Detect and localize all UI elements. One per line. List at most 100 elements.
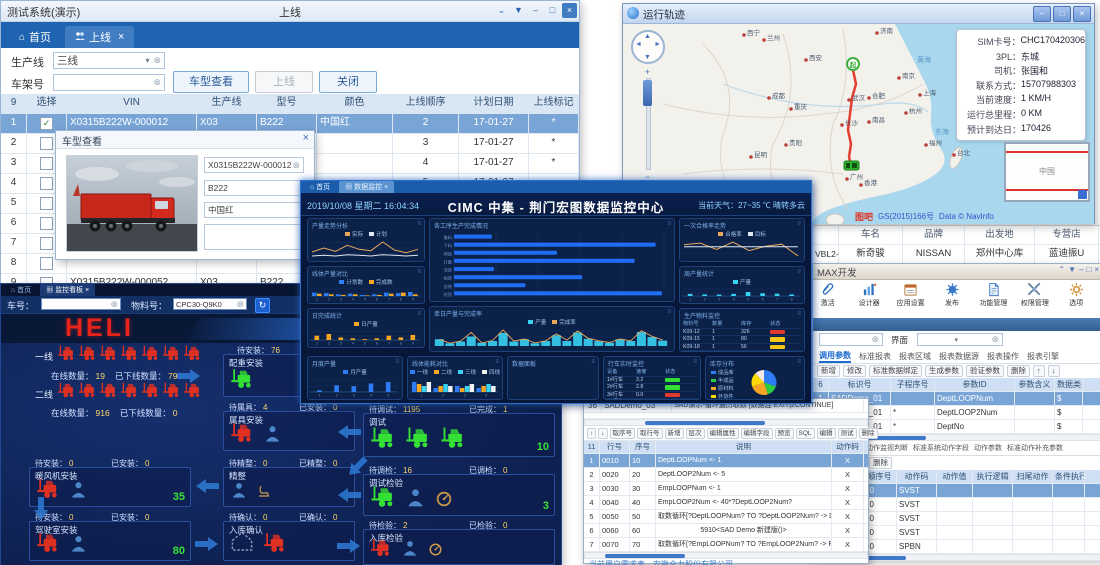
test-titlebar[interactable]: 测试系统(演示) 上线 ⌄▼–□× — [1, 1, 579, 22]
window-button[interactable]: × — [1073, 6, 1091, 22]
inset-grid-icon[interactable] — [1078, 190, 1087, 199]
pan-control[interactable]: ▲ ▼ ◄ ► — [631, 30, 665, 64]
toolbar-plug[interactable]: 发布 — [937, 282, 966, 318]
h-scrollbar[interactable] — [584, 552, 868, 559]
max-titlebar[interactable]: MAX开发 ⌃▼–□× — [813, 264, 1100, 280]
window-button[interactable]: ⌄ — [494, 3, 509, 18]
max-filter-input[interactable]: ⊗ — [819, 333, 883, 346]
clear-icon[interactable]: ⊗ — [153, 77, 161, 88]
tab-board[interactable]: ▦ 监控看板 × — [40, 284, 95, 296]
zoom-slider[interactable]: + − — [643, 68, 652, 180]
table-row[interactable]: 2002020DeptLOOP2Num <- 5X — [584, 468, 868, 482]
toolbar-calendar[interactable]: 应用设置 — [896, 282, 925, 318]
close-icon[interactable]: × — [303, 132, 309, 144]
window-button[interactable]: – — [1079, 265, 1083, 274]
window-button[interactable]: ⌃ — [1058, 265, 1065, 274]
window-button[interactable]: – — [528, 3, 543, 18]
tab[interactable]: 标准报表 — [859, 351, 891, 362]
window-button[interactable]: × — [1094, 265, 1099, 274]
checkbox[interactable] — [40, 257, 53, 270]
material-input[interactable]: CPC30-Q9K0⊗ — [173, 298, 247, 310]
table-row[interactable]: 60060605910<SAD Demo 新建版()>X — [584, 524, 868, 538]
tab-online[interactable]: 上线× — [65, 26, 134, 48]
window-button[interactable]: □ — [545, 3, 560, 18]
tab[interactable]: 标准动作补充参数 — [1007, 443, 1063, 453]
toolbar-button[interactable]: 测试 — [838, 428, 857, 439]
toolbar-button[interactable]: 编辑字段 — [741, 428, 773, 439]
toolbar-gear[interactable]: 选项 — [1062, 282, 1091, 318]
checkbox[interactable] — [40, 177, 53, 190]
close-icon[interactable]: × — [118, 31, 124, 43]
popup-field[interactable]: 中国红 — [204, 202, 304, 218]
toolbar-button[interactable]: 预览 — [775, 428, 794, 439]
toolbar-button[interactable]: ↓ — [1048, 365, 1060, 377]
checkbox[interactable] — [40, 157, 53, 170]
clear-icon[interactable]: ⊗ — [991, 334, 999, 345]
tab[interactable]: 调用参数 — [819, 350, 851, 363]
tab[interactable]: 标准系统动作字段 — [913, 443, 969, 453]
window-button[interactable]: × — [562, 3, 577, 18]
checkbox[interactable] — [40, 237, 53, 250]
toolbar-button[interactable]: 删除 — [859, 428, 878, 439]
toolbar-button[interactable]: 层次 — [686, 428, 705, 439]
toolbar-wrench[interactable]: 权限管理 — [1020, 282, 1049, 318]
toolbar-button[interactable]: 验证参数 — [966, 365, 1004, 377]
line-select[interactable]: 三线 ▾ ⊗ — [53, 52, 165, 69]
window-button[interactable]: ▼ — [511, 3, 526, 18]
tab[interactable]: 报表操作 — [987, 351, 1019, 362]
toolbar-button[interactable]: ↑ — [587, 428, 596, 439]
clear-icon[interactable]: ⊗ — [153, 55, 161, 66]
popup-titlebar[interactable]: 车型查看 × — [56, 131, 314, 149]
toolbar-button[interactable]: 生成参数 — [925, 365, 963, 377]
checkbox[interactable]: ✓ — [40, 117, 53, 130]
toolbar-button[interactable]: 编辑属性 — [707, 428, 739, 439]
table-row[interactable]: 1001010DeptLOOPNum <- 1X — [584, 454, 868, 468]
tab-home[interactable]: ⌂ 首页 — [304, 181, 336, 193]
window-button[interactable]: – — [1033, 6, 1051, 22]
map-titlebar[interactable]: 运行轨迹 –□× — [623, 4, 1094, 24]
button-关闭[interactable]: 关闭 — [319, 71, 377, 93]
toolbar-button[interactable]: 删除 — [1007, 365, 1030, 377]
vin-input[interactable]: ⊗ — [53, 74, 165, 91]
table-row[interactable]: 3003030EmpLOOPNum <- 1X — [584, 482, 868, 496]
refresh-icon[interactable]: ↻ — [255, 298, 270, 313]
toolbar-button[interactable]: SQL — [796, 428, 815, 439]
tab[interactable]: 报表数据源 — [939, 351, 979, 362]
checkbox[interactable] — [40, 217, 53, 230]
tab[interactable]: 动作参数 — [974, 443, 1002, 453]
toolbar-button[interactable]: 标准数据绑定 — [869, 365, 922, 377]
clear-icon[interactable]: ⊗ — [292, 160, 300, 171]
h-scrollbar[interactable] — [584, 419, 868, 426]
popup-field[interactable]: B222 — [204, 180, 304, 196]
button-车型查看[interactable]: 车型查看 — [173, 71, 249, 93]
window-button[interactable]: ▼ — [1068, 265, 1076, 274]
checkbox[interactable] — [40, 137, 53, 150]
vehicle-row[interactable]: VBL2-XC1新奇骏NISSAN郑州中心库蓝迪振U — [813, 244, 1100, 263]
toolbar-button[interactable]: 删除 — [869, 457, 892, 469]
interface-combo[interactable]: ▾⊗ — [917, 333, 1003, 346]
table-row[interactable]: 7007070取数循环[?EmpLOOPNum? TO ?EmpLOOP2Num… — [584, 538, 868, 552]
toolbar-button[interactable]: 新增 — [665, 428, 684, 439]
clear-icon[interactable]: ⊗ — [110, 299, 118, 310]
toolbar-button[interactable]: 取序号 — [610, 428, 636, 439]
popup-field[interactable] — [204, 224, 304, 250]
tab-monitor[interactable]: ▦ 数据监控 × — [339, 181, 394, 193]
window-button[interactable]: □ — [1053, 6, 1071, 22]
toolbar-button[interactable]: 修改 — [843, 365, 866, 377]
toolbar-button[interactable]: ↓ — [598, 428, 607, 439]
tab-home[interactable]: ⌂ 首页 — [5, 284, 37, 296]
inset-minimap[interactable]: 中国 — [1004, 142, 1090, 202]
table-row[interactable]: 4004040EmpLOOP2Num <- 40*?DeptLOOP2Num?X — [584, 496, 868, 510]
car-input[interactable]: ⊗ — [41, 298, 121, 310]
toolbar-clip[interactable]: 激活 — [813, 282, 842, 318]
popup-field[interactable]: X0315B222W-000012⊗ — [204, 157, 304, 173]
zoom-thumb[interactable] — [643, 80, 652, 106]
checkbox[interactable] — [40, 197, 53, 210]
clear-icon[interactable]: ⊗ — [236, 299, 244, 310]
tab[interactable]: 报表区域 — [899, 351, 931, 362]
toolbar-button[interactable]: 新增 — [817, 365, 840, 377]
toolbar-button[interactable]: 取行号 — [637, 428, 663, 439]
window-button[interactable]: □ — [1086, 265, 1091, 274]
tab-home[interactable]: ⌂首页 — [9, 26, 61, 48]
tab[interactable]: 报表引擎 — [1027, 351, 1059, 362]
